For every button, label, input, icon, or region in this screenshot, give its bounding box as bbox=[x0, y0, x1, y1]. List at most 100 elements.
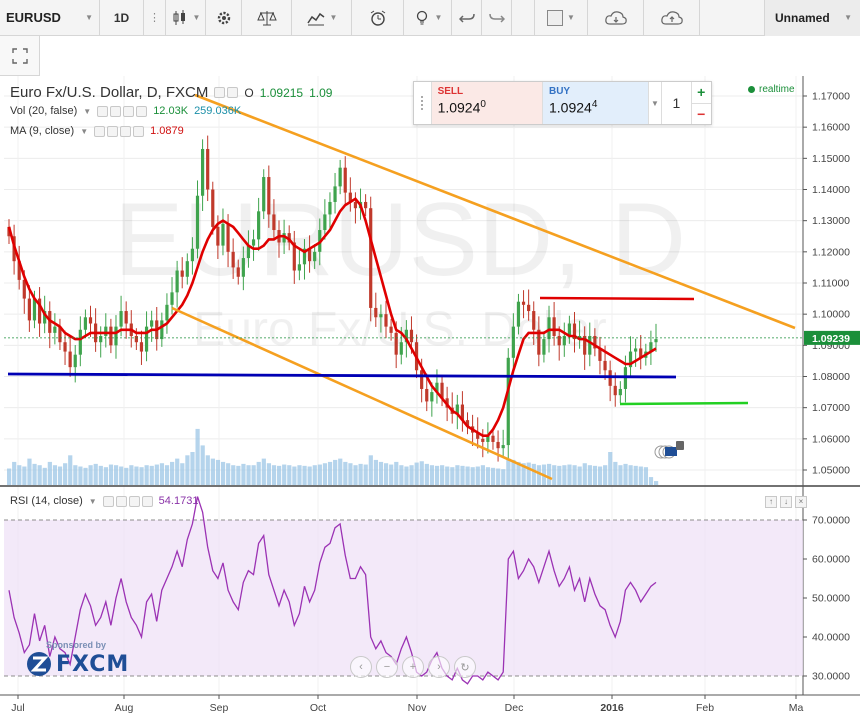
quantity-decrease-button[interactable]: − bbox=[692, 104, 711, 125]
price-tick-label: 1.08000 bbox=[812, 371, 850, 383]
volume-bar bbox=[154, 464, 159, 485]
move-pane-down-icon[interactable]: ↓ bbox=[780, 496, 792, 508]
rsi-pane-controls: ↑ ↓ × bbox=[765, 496, 807, 508]
volume-bar bbox=[648, 477, 654, 485]
chevron-down-icon[interactable]: ▼ bbox=[89, 497, 97, 506]
quantity-dropdown[interactable]: ▼ bbox=[649, 82, 663, 124]
volume-bar bbox=[490, 467, 496, 485]
volume-bar bbox=[220, 461, 226, 485]
buy-button[interactable]: BUY 1.09244 bbox=[542, 82, 649, 124]
candle-body bbox=[241, 258, 245, 277]
price-tick-label: 1.16000 bbox=[812, 122, 850, 134]
scroll-left-icon[interactable]: ‹ bbox=[350, 656, 372, 678]
zoom-out-icon[interactable]: − bbox=[376, 656, 398, 678]
square-icon bbox=[547, 9, 564, 26]
resolution-button[interactable]: 1D bbox=[100, 0, 144, 36]
volume-bar bbox=[185, 455, 190, 485]
candle bbox=[506, 348, 510, 461]
volume-controls[interactable] bbox=[97, 105, 148, 117]
alert-button[interactable] bbox=[352, 0, 404, 36]
reset-chart-icon[interactable]: ↻ bbox=[454, 656, 476, 678]
layout-name-button[interactable]: Unnamed ▼ bbox=[764, 0, 860, 36]
volume-bar bbox=[383, 463, 389, 485]
candle-body bbox=[384, 314, 388, 327]
volume-bar bbox=[429, 465, 435, 485]
candle-body bbox=[150, 320, 154, 327]
eu-flag-icon bbox=[665, 447, 677, 456]
volume-bar bbox=[134, 466, 139, 485]
candle-body bbox=[532, 311, 536, 330]
rsi-label: RSI (14, close) bbox=[10, 495, 83, 507]
zoom-in-icon[interactable]: + bbox=[402, 656, 424, 678]
sell-button[interactable]: SELL 1.09240 bbox=[431, 82, 543, 124]
indicators-button[interactable]: ▼ bbox=[292, 0, 352, 36]
candle-body bbox=[603, 360, 607, 371]
chevron-down-icon[interactable]: ▼ bbox=[80, 127, 88, 136]
chevron-down-icon[interactable]: ▼ bbox=[83, 107, 91, 116]
volume-bar bbox=[63, 463, 68, 485]
candle-body bbox=[124, 311, 128, 324]
volume-bar bbox=[180, 463, 185, 485]
symbol-search-button[interactable]: EURUSD ▼ bbox=[0, 0, 100, 36]
chart-canvas[interactable]: EURUSD, DEuro Fx/U.S. Dollar1.170001.160… bbox=[0, 36, 860, 717]
move-pane-up-icon[interactable]: ↑ bbox=[765, 496, 777, 508]
candle-body bbox=[78, 329, 82, 355]
series-controls[interactable] bbox=[214, 87, 239, 98]
volume-label: Vol (20, false) bbox=[10, 105, 78, 117]
fxcm-logo-icon bbox=[27, 652, 51, 676]
candle-body bbox=[104, 326, 108, 336]
candle-body bbox=[73, 354, 77, 368]
quantity-field[interactable]: 1 bbox=[662, 82, 692, 124]
resolution-menu-button[interactable]: ⋮ bbox=[144, 0, 166, 36]
close-pane-icon[interactable]: × bbox=[795, 496, 807, 508]
volume-bar bbox=[506, 458, 511, 485]
volume-bar bbox=[251, 465, 256, 485]
candle-body bbox=[542, 339, 546, 355]
volume-bar bbox=[592, 465, 598, 485]
price-tick-label: 1.05000 bbox=[812, 465, 850, 477]
rsi-controls[interactable] bbox=[102, 495, 153, 507]
layout-button[interactable]: ▼ bbox=[534, 0, 588, 36]
price-tick-label: 1.13000 bbox=[812, 215, 850, 227]
drag-handle[interactable] bbox=[414, 82, 432, 124]
ideas-button[interactable]: ▼ bbox=[404, 0, 452, 36]
candle-body bbox=[119, 311, 123, 327]
candle-body bbox=[501, 445, 505, 449]
candle-body bbox=[272, 214, 276, 231]
candle-body bbox=[206, 148, 210, 190]
ma-controls[interactable] bbox=[94, 125, 145, 137]
candle-body bbox=[516, 301, 521, 327]
volume-bar bbox=[582, 463, 587, 485]
rsi-tick-label: 40.0000 bbox=[812, 632, 850, 644]
compare-button[interactable] bbox=[242, 0, 292, 36]
quantity-increase-button[interactable]: + bbox=[691, 82, 711, 104]
volume-bar bbox=[144, 465, 149, 485]
chart-navigation: ‹ − + › ↻ bbox=[350, 656, 476, 678]
candle-body bbox=[353, 201, 358, 209]
time-tick-label: Jul bbox=[11, 702, 24, 714]
chart-style-button[interactable]: ▼ bbox=[166, 0, 206, 36]
redo-button[interactable] bbox=[482, 0, 512, 36]
candle-body bbox=[195, 195, 200, 249]
scroll-right-icon[interactable]: › bbox=[428, 656, 450, 678]
sponsor-badge[interactable]: Sponsored by FXCM bbox=[26, 640, 129, 677]
chevron-down-icon: ▼ bbox=[844, 13, 852, 22]
settings-button[interactable] bbox=[206, 0, 242, 36]
watermark-symbol: EURUSD, D bbox=[114, 182, 686, 298]
load-chart-button[interactable] bbox=[588, 0, 644, 36]
candle-body bbox=[109, 326, 113, 346]
undo-button[interactable] bbox=[452, 0, 482, 36]
volume-bar bbox=[480, 465, 485, 485]
time-tick-label: Oct bbox=[310, 702, 326, 714]
candle-body bbox=[511, 326, 515, 358]
volume-bar bbox=[7, 468, 12, 485]
volume-bar bbox=[119, 466, 124, 485]
candle-body bbox=[369, 208, 373, 308]
volume-bar bbox=[363, 464, 368, 485]
save-chart-button[interactable] bbox=[644, 0, 700, 36]
rsi-legend: RSI (14, close) ▼ 54.1731 bbox=[10, 495, 198, 507]
fullscreen-button[interactable] bbox=[0, 36, 40, 76]
sell-price-pip: 0 bbox=[480, 99, 486, 110]
candle-body bbox=[99, 335, 103, 343]
candle-body bbox=[562, 335, 566, 346]
